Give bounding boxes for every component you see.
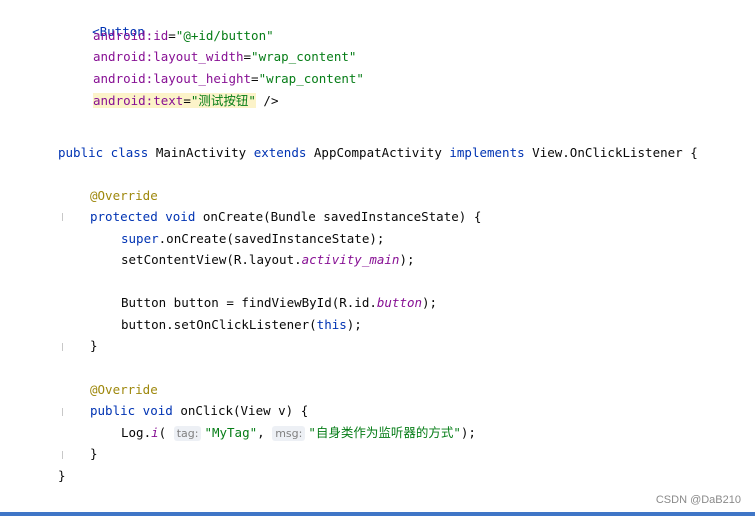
interface-name: View.OnClickListener { [532, 145, 698, 160]
msg-arg: "自身类作为监听器的方式" [308, 425, 461, 440]
watermark: CSDN @DaB210 [655, 494, 741, 506]
code-editor[interactable]: <Button android:id="@+id/button" android… [0, 0, 755, 510]
status-bar-edge [0, 512, 755, 516]
closing-brace: } [90, 338, 98, 353]
setonclicklistener-line: button.setOnClickListener(this); [121, 316, 362, 334]
attr-name: android:text [93, 93, 184, 108]
tag-arg: "MyTag" [204, 425, 258, 440]
code-text: setContentView(R.layout. [121, 252, 302, 267]
class-declaration: public class MainActivity extends AppCom… [58, 144, 698, 162]
xml-open-tag: <Button [62, 5, 145, 39]
attr-value: "wrap_content" [258, 71, 364, 86]
findviewbyid-line: Button button = findViewById(R.id.button… [121, 294, 437, 312]
super-call: super.onCreate(savedInstanceState); [121, 230, 384, 248]
log-method: i [151, 425, 159, 440]
code-text: ); [460, 425, 476, 440]
id-ref: button [376, 295, 423, 310]
parent-class: AppCompatActivity [313, 145, 450, 160]
fold-guide [62, 451, 63, 459]
onclick-signature: public void onClick(View v) { [90, 402, 308, 420]
class-closing-brace: } [58, 468, 66, 483]
oncreate-signature: protected void onCreate(Bundle savedInst… [90, 208, 481, 226]
kw-implements: implements [449, 145, 533, 160]
fold-guide [62, 213, 63, 221]
onclick-rest: onClick(View v) { [180, 403, 309, 418]
setcontentview-call: setContentView(R.layout.activity_main); [121, 251, 415, 269]
xml-attr-line: android:layout_height="wrap_content" [93, 70, 364, 88]
kw-protected-void: protected void [90, 209, 203, 224]
code-text: ); [422, 295, 438, 310]
equals: = [168, 28, 176, 43]
kw-super: super [121, 231, 159, 246]
attr-value: "@+id/button" [175, 28, 274, 43]
kw-public-void: public void [90, 403, 181, 418]
code-text: Log. [121, 425, 152, 440]
oncreate-rest: onCreate(Bundle savedInstanceState) { [202, 209, 482, 224]
equals: = [243, 49, 252, 64]
super-rest: .onCreate(savedInstanceState); [158, 231, 385, 246]
code-text: ); [346, 317, 362, 332]
param-hint-msg: msg: [272, 426, 306, 441]
fold-guide [62, 408, 63, 416]
closing-brace: } [90, 446, 98, 461]
layout-ref: activity_main [301, 252, 400, 267]
attr-name: android:layout_height [93, 71, 252, 86]
code-text: ); [399, 252, 415, 267]
attr-value: "测试按钮" [190, 93, 256, 108]
override-annotation: @Override [90, 188, 158, 203]
xml-attr-line: android:layout_width="wrap_content" [93, 48, 356, 66]
fold-guide [62, 343, 63, 351]
kw-public-class: public class [58, 145, 156, 160]
code-text: Button button = findViewById(R.id. [121, 295, 377, 310]
xml-attr-line-text: android:text="测试按钮" /> [93, 92, 278, 110]
class-name: MainActivity [155, 145, 254, 160]
equals: = [183, 93, 191, 108]
attr-name: android:layout_width [93, 49, 244, 64]
xml-attr-line: android:id="@+id/button" [93, 27, 274, 45]
param-hint-tag: tag: [173, 426, 202, 441]
kw-this: this [316, 317, 347, 332]
tag-close: /> [255, 93, 279, 108]
code-text: , [257, 425, 273, 440]
kw-extends: extends [253, 145, 314, 160]
attr-name: android:id [93, 28, 169, 43]
attr-value: "wrap_content" [251, 49, 357, 64]
code-text: ( [158, 425, 167, 440]
code-text: button.setOnClickListener( [121, 317, 317, 332]
override-annotation: @Override [90, 382, 158, 397]
equals: = [251, 71, 259, 86]
log-call: Log.i( tag: "MyTag", msg: "自身类作为监听器的方式"); [121, 424, 476, 442]
